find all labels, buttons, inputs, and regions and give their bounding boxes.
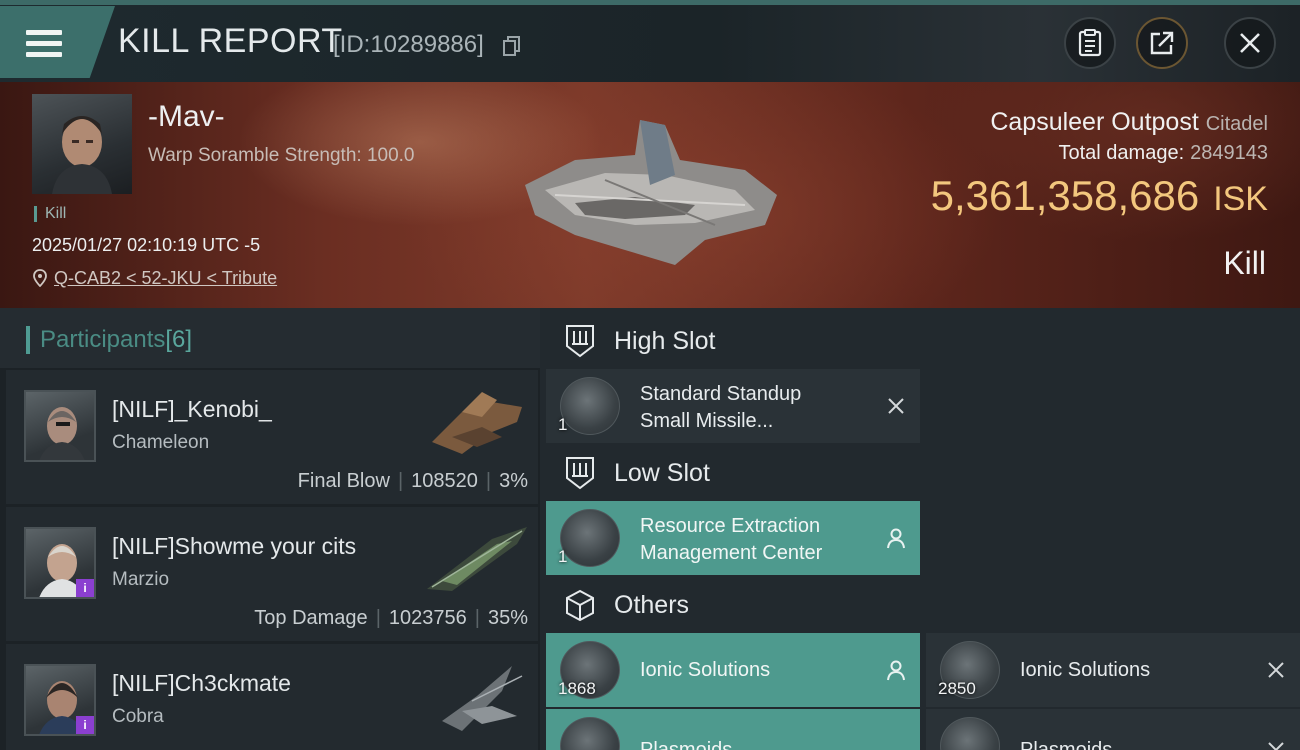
location-pin-icon (33, 269, 47, 287)
participant-name: [NILF]_Kenobi_ (112, 396, 272, 422)
kill-location[interactable]: Q-CAB2 < 52-JKU < Tribute (32, 268, 277, 289)
participant-row[interactable]: [NILF]_Kenobi_ Chameleon Final Blow | 1085… (6, 370, 538, 504)
victim-avatar[interactable] (32, 94, 132, 194)
copy-icon[interactable] (503, 36, 521, 56)
cargo-item[interactable]: Plasmoids (546, 709, 920, 750)
menu-button[interactable] (0, 6, 115, 78)
share-icon (1150, 31, 1174, 55)
participant-avatar (24, 390, 96, 462)
damage-percent: 35% (487, 607, 528, 629)
destroyed-x-icon (888, 398, 904, 414)
isk-amount: 5,361,358,686 (930, 172, 1200, 219)
item-name-line2: Small Missile... (640, 410, 774, 432)
pilot-portrait-icon (52, 116, 112, 194)
cargo-item[interactable]: Plasmoids (926, 709, 1300, 750)
participant-row[interactable]: i [NILF]Showme your cits Marzio Top Dama… (6, 507, 538, 641)
others-header: Others (548, 577, 689, 633)
low-slot-title: Low Slot (614, 458, 710, 487)
clipboard-button[interactable] (1064, 17, 1116, 69)
ship-image (427, 527, 527, 591)
info-badge-icon: i (76, 579, 94, 597)
structure-class: Citadel (1205, 113, 1268, 135)
fitted-item[interactable]: 1 Resource Extraction Management Center (546, 501, 920, 575)
item-name: Plasmoids (640, 739, 733, 750)
share-button[interactable] (1136, 17, 1188, 69)
participant-row[interactable]: i [NILF]Ch3ckmate Cobra (6, 644, 538, 750)
item-name-line1: Standard Standup (640, 383, 802, 405)
ship-image (432, 392, 522, 454)
damage-percent: 3% (499, 470, 528, 492)
scramble-strength: Warp Soramble Strength: 100.0 (148, 145, 415, 166)
fitted-item[interactable]: 1 Standard Standup Small Missile... (546, 369, 920, 443)
close-icon (1240, 33, 1260, 53)
item-quantity: 1 (558, 547, 568, 566)
person-icon (887, 660, 905, 681)
close-button[interactable] (1224, 17, 1276, 69)
total-damage-value: 2849143 (1190, 142, 1268, 164)
total-damage: Total damage: 2849143 (1058, 142, 1268, 165)
blow-label: Final Blow (297, 470, 390, 492)
item-name-line1: Resource Extraction (640, 515, 821, 537)
structure-image (525, 120, 777, 265)
module-icon (560, 377, 620, 435)
kill-tag: Kill (34, 206, 66, 222)
ship-image (442, 666, 523, 731)
header-accent-line (0, 0, 1300, 5)
item-name-line2: Management Center (640, 542, 823, 564)
damage-value: 1023756 (388, 607, 467, 629)
item-quantity: 1868 (558, 679, 596, 698)
item-name: Ionic Solutions (1020, 659, 1151, 681)
structure-type: Capsuleer Outpost (990, 108, 1199, 136)
structure-name: Capsuleer Outpost Citadel (990, 108, 1268, 137)
low-slot-header: Low Slot (548, 445, 710, 501)
fitting-panel: High Slot 1 Standard Standup Small Missi… (540, 308, 1300, 750)
page-title: KILL REPORT (118, 22, 343, 60)
participants-header: Participants[6] (0, 308, 540, 368)
participant-ship: Marzio (112, 569, 170, 590)
item-quantity: 2850 (938, 679, 976, 698)
high-slot-header: High Slot (548, 313, 715, 369)
item-quantity: 1 (558, 415, 568, 434)
canister-icon (940, 717, 1000, 750)
participants-title: Participants (40, 326, 166, 353)
cargo-item[interactable]: 1868 Ionic Solutions (546, 633, 920, 707)
isk-unit: ISK (1213, 180, 1268, 218)
location-link[interactable]: Q-CAB2 < 52-JKU < Tribute (54, 268, 277, 288)
damage-value: 108520 (411, 470, 478, 492)
victim-name[interactable]: -Mav- (148, 100, 225, 134)
participant-ship: Chameleon (112, 432, 210, 453)
high-slot-icon (566, 325, 594, 358)
total-damage-label: Total damage: (1058, 142, 1185, 164)
blow-label: Top Damage (254, 607, 368, 629)
clipboard-icon (1078, 29, 1102, 57)
high-slot-title: High Slot (614, 326, 716, 355)
header-bar: KILL REPORT [ID:10289886] (0, 0, 1300, 82)
hamburger-icon (26, 30, 62, 60)
report-id: [ID:10289886] (333, 31, 484, 58)
kill-timestamp: 2025/01/27 02:10:19 UTC -5 (32, 235, 261, 255)
others-title: Others (614, 590, 690, 619)
person-icon (887, 528, 905, 549)
participant-name: [NILF]Showme your cits (112, 533, 357, 559)
canister-icon (560, 717, 620, 750)
module-icon (560, 509, 620, 567)
participant-ship: Cobra (112, 706, 164, 727)
cube-icon (566, 589, 594, 622)
participant-avatar: i (24, 527, 96, 599)
result-label: Kill (1223, 245, 1266, 281)
isk-value: 5,361,358,686 ISK (931, 172, 1268, 220)
item-name: Plasmoids (1020, 739, 1113, 750)
destroyed-x-icon (1268, 662, 1284, 678)
low-slot-icon (566, 457, 594, 490)
cargo-item[interactable]: 2850 Ionic Solutions (926, 633, 1300, 707)
item-name: Ionic Solutions (640, 659, 771, 681)
participant-avatar: i (24, 664, 96, 736)
info-badge-icon: i (76, 716, 94, 734)
destroyed-x-icon (1268, 742, 1284, 750)
participant-name: [NILF]Ch3ckmate (112, 670, 291, 696)
participants-panel: Participants[6] [NILF]_Kenobi_ Chameleon… (0, 308, 540, 750)
participants-count: [6] (165, 326, 193, 353)
